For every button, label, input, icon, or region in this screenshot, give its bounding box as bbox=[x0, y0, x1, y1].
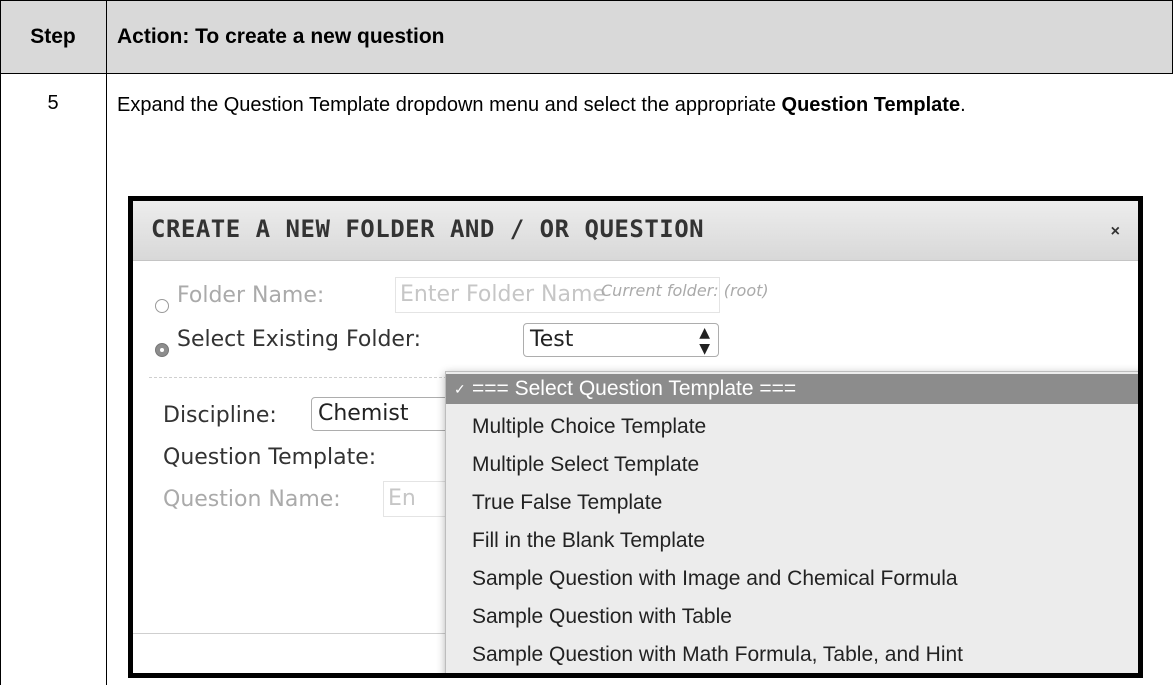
existing-folder-value: Test bbox=[530, 327, 574, 352]
check-icon: ✓ bbox=[454, 381, 466, 397]
dialog-title-bar: CREATE A NEW FOLDER AND / OR QUESTION × bbox=[133, 201, 1138, 261]
dropdown-option[interactable]: Sample Question with Image and Chemical … bbox=[446, 564, 1138, 594]
dropdown-option[interactable]: True False Template bbox=[446, 488, 1138, 518]
question-template-dropdown[interactable]: ✓ === Select Question Template === Multip… bbox=[445, 371, 1138, 673]
step-number: 5 bbox=[47, 92, 59, 114]
option-label: Multiple Select Template bbox=[472, 453, 700, 476]
option-label: Sample Question with Math Formula, Table… bbox=[472, 643, 964, 666]
header-step: Step bbox=[30, 25, 76, 48]
question-name-label: Question Name: bbox=[163, 487, 341, 512]
option-label: Multiple Choice Template bbox=[472, 415, 707, 438]
discipline-label: Discipline: bbox=[163, 403, 277, 428]
embedded-screenshot: CREATE A NEW FOLDER AND / OR QUESTION × … bbox=[128, 196, 1143, 678]
select-arrows-icon: ▲ ▼ bbox=[699, 325, 710, 357]
dialog-footer-divider bbox=[133, 633, 445, 634]
dialog-title: CREATE A NEW FOLDER AND / OR QUESTION bbox=[151, 215, 705, 243]
close-icon[interactable]: × bbox=[1111, 223, 1120, 241]
dropdown-option[interactable]: Sample Question with Table bbox=[446, 602, 1138, 632]
instruction-text: Expand the Question Template dropdown me… bbox=[117, 94, 782, 116]
option-label: Fill in the Blank Template bbox=[472, 529, 706, 552]
dropdown-option[interactable]: Multiple Select Template bbox=[446, 450, 1138, 480]
option-label: Sample Question with Table bbox=[472, 605, 732, 628]
dropdown-option[interactable]: Sample Question with Math Formula, Table… bbox=[446, 640, 1138, 670]
existing-folder-radio[interactable] bbox=[155, 343, 169, 357]
header-action: Action: To create a new question bbox=[117, 25, 445, 48]
instruction-period: . bbox=[960, 94, 966, 116]
option-label: True False Template bbox=[472, 491, 663, 514]
current-folder-hint: Current folder: (root) bbox=[601, 281, 769, 300]
discipline-value: Chemist bbox=[318, 401, 409, 426]
dropdown-option[interactable]: Multiple Choice Template bbox=[446, 412, 1138, 442]
step-instruction: Expand the Question Template dropdown me… bbox=[117, 90, 1157, 120]
table-column-divider bbox=[106, 0, 107, 685]
option-label: === Select Question Template === bbox=[472, 377, 797, 400]
existing-folder-label: Select Existing Folder: bbox=[177, 327, 422, 352]
folder-name-label: Folder Name: bbox=[177, 283, 325, 308]
folder-name-radio[interactable] bbox=[155, 299, 169, 313]
instruction-emphasis: Question Template bbox=[781, 94, 961, 116]
existing-folder-select[interactable]: Test ▲ ▼ bbox=[523, 323, 719, 357]
dropdown-option[interactable]: Fill in the Blank Template bbox=[446, 526, 1138, 556]
option-label: Sample Question with Image and Chemical … bbox=[472, 567, 958, 590]
dropdown-option[interactable]: ✓ === Select Question Template === bbox=[446, 374, 1138, 404]
question-template-label: Question Template: bbox=[163, 445, 377, 470]
